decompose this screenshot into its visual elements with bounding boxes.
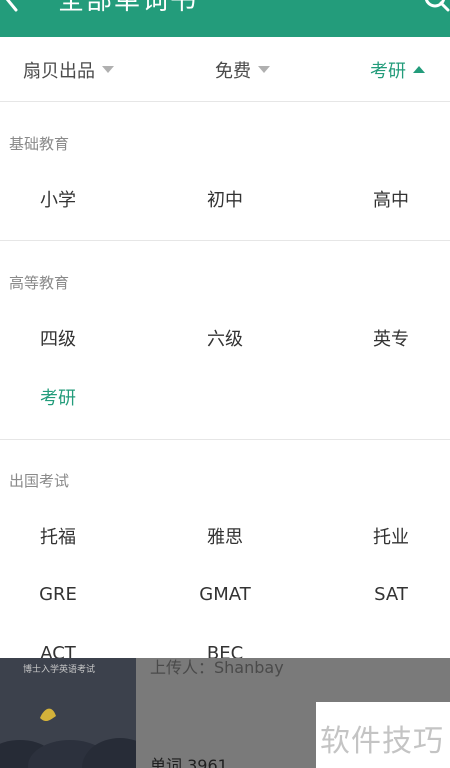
section-higher-education: 高等教育 四级 六级 英专 考研 bbox=[0, 241, 450, 440]
section-title: 基础教育 bbox=[9, 135, 70, 153]
back-button[interactable] bbox=[0, 0, 26, 12]
option-act[interactable]: ACT bbox=[40, 643, 76, 658]
option-tem[interactable]: 英专 bbox=[373, 325, 409, 351]
filter-price[interactable]: 免费 bbox=[215, 37, 270, 102]
filter-publisher-label: 扇贝出品 bbox=[23, 60, 95, 82]
book-cover: 博士入学英语考试 bbox=[0, 658, 136, 768]
option-bec[interactable]: BEC bbox=[207, 643, 243, 658]
chevron-left-icon bbox=[0, 0, 26, 12]
filter-price-label: 免费 bbox=[215, 60, 251, 82]
filter-category[interactable]: 考研 bbox=[370, 37, 425, 102]
watermark-text: 软件技巧 bbox=[320, 724, 444, 759]
book-word-count: 单词 3961 bbox=[150, 756, 228, 768]
option-cet4[interactable]: 四级 bbox=[40, 325, 76, 351]
option-gmat[interactable]: GMAT bbox=[199, 584, 250, 605]
watermark: 软件技巧 bbox=[316, 702, 450, 768]
option-senior-high[interactable]: 高中 bbox=[373, 186, 409, 212]
option-primary-school[interactable]: 小学 bbox=[40, 186, 76, 212]
filter-category-label: 考研 bbox=[370, 60, 406, 82]
section-basic-education: 基础教育 小学 初中 高中 bbox=[0, 102, 450, 241]
option-postgraduate[interactable]: 考研 bbox=[40, 384, 76, 410]
section-study-abroad: 出国考试 托福 雅思 托业 GRE GMAT SAT ACT BEC bbox=[0, 440, 450, 658]
page-title: 全部单词书 bbox=[58, 0, 199, 16]
search-icon bbox=[422, 0, 450, 16]
section-title: 出国考试 bbox=[9, 472, 70, 490]
caret-down-icon bbox=[258, 66, 270, 73]
filter-publisher[interactable]: 扇贝出品 bbox=[23, 37, 114, 102]
caret-up-icon bbox=[413, 66, 425, 73]
option-junior-high[interactable]: 初中 bbox=[207, 186, 243, 212]
search-button[interactable] bbox=[422, 0, 450, 12]
option-toefl[interactable]: 托福 bbox=[40, 523, 76, 549]
section-title: 高等教育 bbox=[9, 274, 70, 292]
cover-art-icon bbox=[0, 708, 136, 768]
filter-bar: 扇贝出品 免费 考研 bbox=[0, 37, 450, 102]
option-toeic[interactable]: 托业 bbox=[373, 523, 409, 549]
caret-down-icon bbox=[102, 66, 114, 73]
option-gre[interactable]: GRE bbox=[39, 584, 77, 605]
option-ielts[interactable]: 雅思 bbox=[207, 523, 243, 549]
option-cet6[interactable]: 六级 bbox=[207, 325, 243, 351]
option-sat[interactable]: SAT bbox=[374, 584, 408, 605]
app-header: 全部单词书 bbox=[0, 0, 450, 37]
book-uploader: 上传人：Shanbay bbox=[150, 658, 284, 677]
